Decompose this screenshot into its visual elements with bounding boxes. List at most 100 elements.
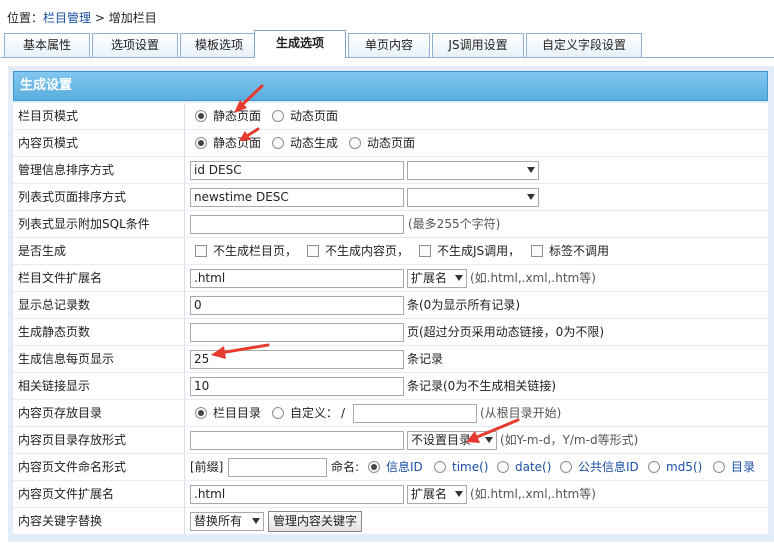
prefix-input[interactable] xyxy=(228,458,327,477)
related-links-input[interactable]: 10 xyxy=(190,377,404,396)
hint-text: (最多255个字符) xyxy=(408,217,501,231)
total-records-input[interactable]: 0 xyxy=(190,296,404,315)
radio-label: 目录 xyxy=(731,460,756,474)
checkbox-label: 标签不调用 xyxy=(549,244,610,258)
radio-name-dir[interactable] xyxy=(713,461,725,473)
row-list-sort: 列表式页面排序方式 newstime DESC xyxy=(13,184,768,210)
checkbox-tag-no-call[interactable] xyxy=(531,245,543,257)
tab-custom-fields[interactable]: 自定义字段设置 xyxy=(526,33,642,58)
unit-text: 页(超过分页采用动态链接，0为不限) xyxy=(407,325,604,339)
row-naming: 内容页文件命名形式 [前缀] 命名: 信息ID time() date() 公共… xyxy=(13,454,768,480)
list-sort-select[interactable] xyxy=(407,188,539,207)
radio-label: 栏目目录 xyxy=(213,406,262,420)
tab-generate[interactable]: 生成选项 xyxy=(254,30,346,58)
radio-name-date[interactable] xyxy=(497,461,509,473)
row-list-ext: 栏目文件扩展名 .html 扩展名 (如.html,.xml,.htm等) xyxy=(13,265,768,291)
manage-keywords-button[interactable]: 管理内容关键字 xyxy=(268,511,363,532)
row-label: 内容关键字替换 xyxy=(13,508,185,534)
dir-form-input[interactable] xyxy=(190,431,404,450)
prefix-text: [前缀] xyxy=(190,460,224,474)
radio-label: 静态页面 xyxy=(213,136,262,150)
tab-options[interactable]: 选项设置 xyxy=(92,33,178,58)
radio-name-id[interactable] xyxy=(368,461,380,473)
radio-dir-custom[interactable] xyxy=(272,407,284,419)
radio-name-time[interactable] xyxy=(434,461,446,473)
select-value: 不设置目录 xyxy=(411,433,472,447)
hint-text: (从根目录开始) xyxy=(480,406,562,420)
row-generate: 是否生成 不生成栏目页， 不生成内容页， 不生成JS调用， 标签不调用 xyxy=(13,238,768,264)
row-label: 内容页文件命名形式 xyxy=(13,454,185,480)
per-page-input[interactable]: 25 xyxy=(190,350,404,369)
unit-text: 条(0为显示所有记录) xyxy=(407,298,520,312)
tab-bar: 基本属性 选项设置 模板选项 生成选项 单页内容 JS调用设置 自定义字段设置 xyxy=(4,30,772,58)
radio-list-dynamic[interactable] xyxy=(272,110,284,122)
checkbox-no-content[interactable] xyxy=(307,245,319,257)
tab-underline xyxy=(0,57,774,58)
row-label: 栏目页模式 xyxy=(13,103,185,129)
list-sql-input[interactable] xyxy=(190,215,404,234)
row-label: 内容页目录存放形式 xyxy=(13,427,185,453)
tab-single-page[interactable]: 单页内容 xyxy=(348,33,430,58)
checkbox-no-list[interactable] xyxy=(195,245,207,257)
list-sort-input[interactable]: newstime DESC xyxy=(190,188,404,207)
radio-dir-column[interactable] xyxy=(195,407,207,419)
row-label: 显示总记录数 xyxy=(13,292,185,318)
radio-label: md5() xyxy=(666,460,703,474)
radio-label: 动态页面 xyxy=(290,109,339,123)
row-list-sql: 列表式显示附加SQL条件 (最多255个字符) xyxy=(13,211,768,237)
row-label: 管理信息排序方式 xyxy=(13,157,185,183)
hint-text: (如.html,.xml,.htm等) xyxy=(470,487,596,501)
radio-name-public-id[interactable] xyxy=(560,461,572,473)
admin-sort-input[interactable]: id DESC xyxy=(190,161,404,180)
unit-text: 条记录 xyxy=(407,352,444,366)
row-label: 是否生成 xyxy=(13,238,185,264)
chevron-down-icon xyxy=(252,518,260,524)
admin-sort-select[interactable] xyxy=(407,161,539,180)
row-label: 内容页模式 xyxy=(13,130,185,156)
row-content-ext: 内容页文件扩展名 .html 扩展名 (如.html,.xml,.htm等) xyxy=(13,481,768,507)
row-label: 内容页存放目录 xyxy=(13,400,185,426)
radio-content-dynamic-gen[interactable] xyxy=(272,137,284,149)
radio-content-static[interactable] xyxy=(195,137,207,149)
chevron-down-icon xyxy=(485,437,493,443)
row-label: 列表式页面排序方式 xyxy=(13,184,185,210)
breadcrumb-link-column-manage[interactable]: 栏目管理 xyxy=(43,11,91,25)
content-ext-select[interactable]: 扩展名 xyxy=(407,485,467,504)
chevron-down-icon xyxy=(527,167,535,173)
row-label: 生成静态页数 xyxy=(13,319,185,345)
content-ext-input[interactable]: .html xyxy=(190,485,404,504)
radio-label: 动态生成 xyxy=(290,136,339,150)
hint-text: (如Y-m-d，Y/m-d等形式) xyxy=(500,433,639,447)
row-admin-sort: 管理信息排序方式 id DESC xyxy=(13,157,768,183)
radio-content-dynamic-page[interactable] xyxy=(349,137,361,149)
checkbox-label: 不生成JS调用， xyxy=(437,244,521,258)
checkbox-label: 不生成栏目页， xyxy=(213,244,298,258)
row-content-mode: 内容页模式 静态页面 动态生成 动态页面 xyxy=(13,130,768,156)
radio-label: 信息ID xyxy=(386,460,423,474)
hint-text: (如.html,.xml,.htm等) xyxy=(470,271,596,285)
custom-dir-input[interactable] xyxy=(353,404,477,423)
radio-label: date() xyxy=(515,460,552,474)
list-ext-select[interactable]: 扩展名 xyxy=(407,269,467,288)
row-total-records: 显示总记录数 0 条(0为显示所有记录) xyxy=(13,292,768,318)
tab-template[interactable]: 模板选项 xyxy=(180,33,258,58)
radio-label: 动态页面 xyxy=(367,136,416,150)
tab-basic[interactable]: 基本属性 xyxy=(4,33,90,58)
list-ext-input[interactable]: .html xyxy=(190,269,404,288)
row-label: 栏目文件扩展名 xyxy=(13,265,185,291)
radio-name-md5[interactable] xyxy=(648,461,660,473)
static-pages-input[interactable] xyxy=(190,323,404,342)
row-per-page: 生成信息每页显示 25 条记录 xyxy=(13,346,768,372)
checkbox-label: 不生成内容页， xyxy=(325,244,410,258)
row-list-mode: 栏目页模式 静态页面 动态页面 xyxy=(13,103,768,129)
dir-form-select[interactable]: 不设置目录 xyxy=(407,431,497,450)
chevron-down-icon xyxy=(455,491,463,497)
radio-list-static[interactable] xyxy=(195,110,207,122)
breadcrumb: 位置：栏目管理 > 增加栏目 xyxy=(7,10,157,26)
select-value: 扩展名 xyxy=(411,271,448,285)
checkbox-no-js[interactable] xyxy=(419,245,431,257)
keyword-replace-select[interactable]: 替换所有 xyxy=(190,512,264,531)
naming-label: 命名: xyxy=(331,460,360,474)
row-keyword-replace: 内容关键字替换 替换所有 管理内容关键字 xyxy=(13,508,768,534)
tab-js-settings[interactable]: JS调用设置 xyxy=(432,33,524,58)
